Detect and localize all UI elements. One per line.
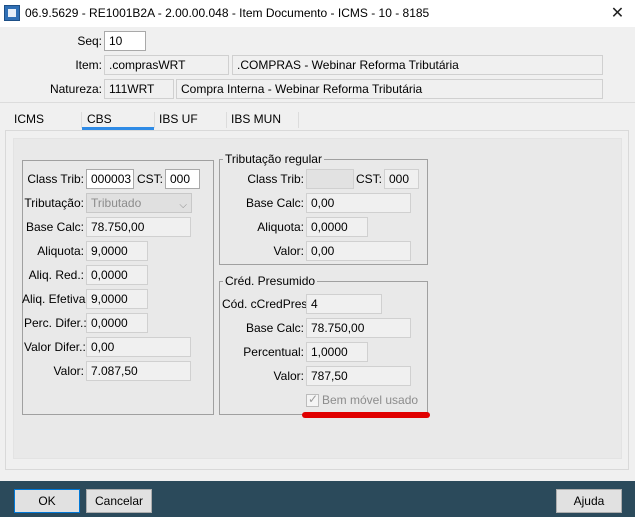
tab-separator [154,112,155,128]
aliquota-label: Aliquota: [37,244,84,258]
regular-valor-label: Valor: [273,244,304,258]
natureza-description-field: Compra Interna - Webinar Reforma Tributá… [176,79,603,99]
item-description-field: .COMPRAS - Webinar Reforma Tributária [232,55,603,75]
base-calc-label: Base Calc: [25,220,84,234]
checkmark-icon: ✓ [308,392,319,406]
presumido-base-calc-field: 78.750,00 [306,318,411,338]
tributacao-selected-value: Tributado [91,196,142,210]
tributacao-label: Tributação: [24,196,84,210]
highlight-underline [302,412,430,418]
regular-base-calc-label: Base Calc: [245,196,304,210]
presumido-valor-field: 787,50 [306,366,411,386]
tab-separator [81,112,82,128]
aliq-red-field: 0,0000 [86,265,148,285]
valor-difer-label: Valor Difer.: [24,340,86,354]
regular-cst-label: CST: [355,172,382,186]
regular-class-trib-field [306,169,354,189]
help-button[interactable]: Ajuda [556,489,622,513]
valor-difer-field: 0,00 [86,337,191,357]
aliq-efetiva-label: Aliq. Efetiva: [22,292,89,306]
cst-field[interactable]: 000 [165,169,200,189]
seq-label: Seq: [77,34,102,48]
title-bar: 06.9.5629 - RE1001B2A - 2.00.00.048 - It… [0,0,635,27]
class-trib-label: Class Trib: [27,172,84,186]
natureza-code-field[interactable]: 111WRT [104,79,174,99]
tab-ibs-uf[interactable]: IBS UF [159,110,198,128]
tributacao-select[interactable]: Tributado ⌵ [86,193,192,213]
tributacao-regular-title: Tributação regular [223,152,324,166]
ok-button[interactable]: OK [14,489,80,513]
tab-icms[interactable]: ICMS [14,110,44,128]
bem-movel-checkbox[interactable]: ✓ [306,392,319,407]
regular-valor-field: 0,00 [306,241,411,261]
tab-cbs[interactable]: CBS [87,110,112,128]
aliq-red-label: Aliq. Red.: [28,268,84,282]
tab-separator [298,112,299,128]
close-icon[interactable]: ✕ [600,0,635,27]
aliquota-field: 9,0000 [86,241,148,261]
cod-ccredpres-label: Cód. cCredPres: [222,297,311,311]
cst-label: CST: [136,172,163,186]
seq-field[interactable]: 10 [104,31,146,51]
chevron-down-icon: ⌵ [179,200,187,211]
natureza-label: Natureza: [49,82,102,96]
percentual-field: 1,0000 [306,342,368,362]
valor-field: 7.087,50 [86,361,191,381]
presumido-valor-label: Valor: [273,369,304,383]
regular-aliquota-field: 0,0000 [306,217,368,237]
cancel-button[interactable]: Cancelar [86,489,152,513]
regular-aliquota-label: Aliquota: [257,220,304,234]
class-trib-field[interactable]: 000003 [86,169,134,189]
regular-cst-field: 000 [384,169,419,189]
regular-base-calc-field: 0,00 [306,193,411,213]
tab-ibs-mun[interactable]: IBS MUN [231,110,281,128]
app-icon [4,5,20,21]
valor-label: Valor: [53,364,84,378]
perc-difer-label: Perc. Difer.: [24,316,87,330]
aliq-efetiva-field: 9,0000 [86,289,148,309]
perc-difer-field: 0,0000 [86,313,148,333]
item-label: Item: [75,58,102,72]
percentual-label: Percentual: [243,345,304,359]
item-code-field[interactable]: .comprasWRT [104,55,229,75]
tab-separator [226,112,227,128]
cred-presumido-title: Créd. Presumido [223,274,318,288]
cod-ccredpres-field: 4 [306,294,382,314]
bem-movel-label: Bem móvel usado [322,393,419,407]
presumido-base-calc-label: Base Calc: [245,321,304,335]
base-calc-field: 78.750,00 [86,217,191,237]
window-title: 06.9.5629 - RE1001B2A - 2.00.00.048 - It… [25,6,430,20]
regular-class-trib-label: Class Trib: [247,172,304,186]
